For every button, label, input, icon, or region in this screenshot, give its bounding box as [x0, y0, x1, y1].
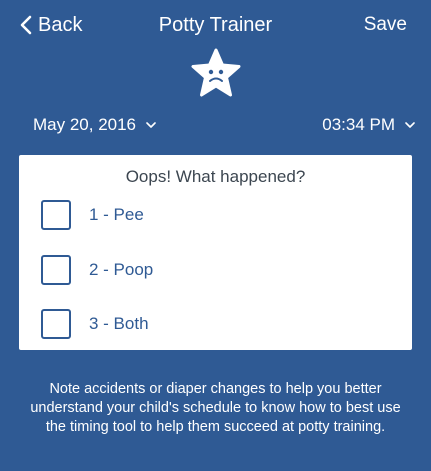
option-label: 3 - Both: [89, 314, 149, 333]
option-poop[interactable]: 2 - Poop: [41, 253, 153, 287]
date-value: May 20, 2016: [33, 115, 137, 134]
date-selector[interactable]: May 20, 2016: [33, 110, 156, 140]
option-label: 2 - Poop: [89, 260, 154, 279]
option-both[interactable]: 3 - Both: [41, 307, 149, 341]
card-question: Oops! What happened?: [125, 167, 306, 186]
option-pee[interactable]: 1 - Pee: [41, 198, 144, 232]
checkbox[interactable]: [41, 255, 71, 285]
checkbox[interactable]: [41, 200, 71, 230]
save-button[interactable]: Save: [364, 10, 407, 40]
checkbox[interactable]: [41, 309, 71, 339]
chevron-down-icon: [405, 121, 415, 128]
chevron-down-icon: [146, 121, 156, 128]
sad-star-mascot-icon: [191, 48, 241, 97]
accident-card: Oops! What happened? 1 - Pee 2 - Poop 3 …: [19, 155, 412, 350]
nav-bar: Back Potty Trainer Save: [0, 0, 431, 50]
option-label: 1 - Pee: [89, 205, 144, 224]
time-selector[interactable]: 03:34 PM: [322, 110, 415, 140]
help-note: Note accidents or diaper changes to help…: [30, 381, 401, 435]
time-value: 03:34 PM: [322, 115, 395, 134]
